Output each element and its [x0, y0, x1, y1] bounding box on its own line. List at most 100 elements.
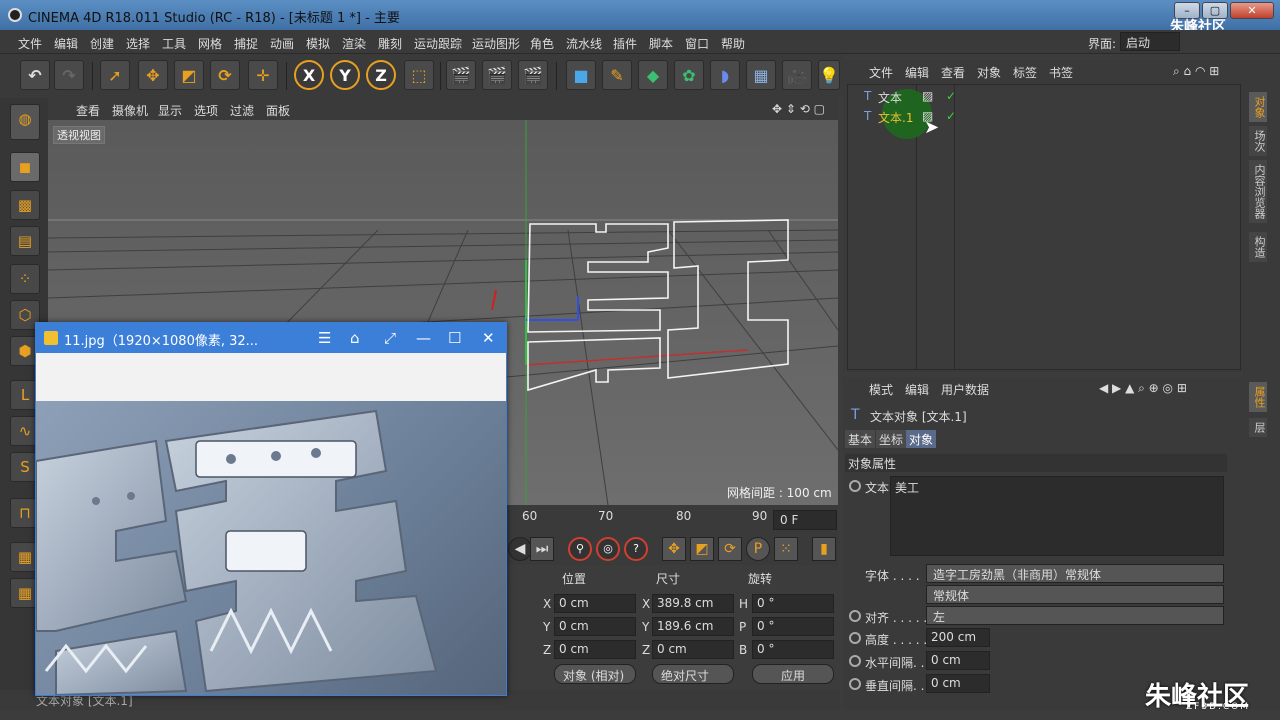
viewport-menu-panel[interactable]: 面板 [266, 102, 290, 119]
texture-mode-button[interactable]: ▩ [10, 190, 40, 220]
goto-end-button[interactable]: ⏭ [530, 537, 554, 561]
align-radio[interactable] [849, 610, 861, 622]
menu-edit[interactable]: 编辑 [54, 35, 78, 52]
size-z-field[interactable]: 0 cm [652, 640, 734, 659]
menu-script[interactable]: 脚本 [649, 35, 673, 52]
tab-content-browser-vertical[interactable]: 内容浏览器 [1249, 160, 1267, 223]
z-axis-lock-button[interactable]: Z [366, 60, 396, 90]
y-axis-lock-button[interactable]: Y [330, 60, 360, 90]
pos-z-field[interactable]: 0 cm [554, 640, 636, 659]
vspace-field[interactable]: 0 cm [926, 674, 990, 693]
menu-select[interactable]: 选择 [126, 35, 150, 52]
tab-coord[interactable]: 坐标 [876, 430, 907, 448]
live-select-button[interactable]: ➚ [100, 60, 130, 90]
menu-motion-tracking[interactable]: 运动跟踪 [414, 35, 462, 52]
menu-mesh[interactable]: 网格 [198, 35, 222, 52]
menu-help[interactable]: 帮助 [721, 35, 745, 52]
tab-basic[interactable]: 基本 [845, 430, 876, 448]
undo-button[interactable]: ↶ [20, 60, 50, 90]
close-button[interactable]: ✕ [1230, 2, 1274, 19]
tab-attributes-vertical[interactable]: 属性 [1249, 382, 1267, 412]
search-icon[interactable]: ⌕ ⌂ ◠ ⊞ [1173, 64, 1219, 79]
menu-snap[interactable]: 捕捉 [234, 35, 258, 52]
obj-menu-bookmarks[interactable]: 书签 [1049, 64, 1073, 81]
model-mode-button[interactable]: ◼ [10, 152, 40, 182]
timeline-window-button[interactable]: ▮ [812, 537, 836, 561]
rotate-tool-button[interactable]: ⟳ [210, 60, 240, 90]
obj-menu-view[interactable]: 查看 [941, 64, 965, 81]
key-pla-button[interactable]: ⁙ [774, 537, 798, 561]
make-editable-button[interactable]: ◍ [10, 104, 40, 140]
transform-tool-button[interactable]: ✛ [248, 60, 278, 90]
fullscreen-icon[interactable]: ⤢ [384, 329, 396, 347]
obj-menu-edit[interactable]: 编辑 [905, 64, 929, 81]
menu-window[interactable]: 窗口 [685, 35, 709, 52]
vspace-radio[interactable] [849, 678, 861, 690]
viewport-menu-filter[interactable]: 过滤 [230, 102, 254, 119]
close-icon[interactable]: ✕ [482, 329, 495, 347]
menu-simulate[interactable]: 模拟 [306, 35, 330, 52]
key-param-button[interactable]: P [746, 537, 770, 561]
render-view-button[interactable]: 🎬 [446, 60, 476, 90]
cloner-button[interactable]: ✿ [674, 60, 704, 90]
pos-x-field[interactable]: 0 cm [554, 594, 636, 613]
obj-menu-file[interactable]: 文件 [869, 64, 893, 81]
rot-p-field[interactable]: 0 ° [752, 617, 834, 636]
redo-button[interactable]: ↷ [54, 60, 84, 90]
tab-structure-vertical[interactable]: 构造 [1249, 232, 1267, 262]
viewport-menu-camera[interactable]: 摄像机 [112, 102, 148, 119]
attr-menu-userdata[interactable]: 用户数据 [941, 381, 989, 398]
tab-objects-vertical[interactable]: 对象 [1249, 92, 1267, 122]
menu-sculpt[interactable]: 雕刻 [378, 35, 402, 52]
floor-button[interactable]: ▦ [746, 60, 776, 90]
attr-menu-edit[interactable]: 编辑 [905, 381, 929, 398]
viewport-menu-view[interactable]: 查看 [76, 102, 100, 119]
list-item[interactable]: T 文本 ▨ ✓ [852, 89, 1232, 105]
align-dropdown[interactable]: 左 [926, 606, 1224, 625]
visibility-icon[interactable]: ▨ [922, 89, 933, 103]
scale-tool-button[interactable]: ◩ [174, 60, 204, 90]
menu-animate[interactable]: 动画 [270, 35, 294, 52]
maximize-icon[interactable]: ☐ [448, 329, 461, 347]
key-scale-button[interactable]: ◩ [690, 537, 714, 561]
coordinate-mode-dropdown[interactable]: 对象 (相对) [554, 664, 636, 684]
height-radio[interactable] [849, 632, 861, 644]
enabled-check-icon[interactable]: ✓ [946, 89, 956, 103]
font-style-dropdown[interactable]: 常规体 [926, 585, 1224, 604]
points-mode-button[interactable]: ⁘ [10, 264, 40, 294]
layout-dropdown[interactable]: 启动 [1120, 32, 1180, 51]
end-frame-field[interactable]: 0 F [773, 510, 837, 530]
nav-arrows-icon[interactable]: ◀ ▶ ▲ ⌕ ⊕ ◎ ⊞ [1099, 381, 1187, 396]
workplane-mode-button[interactable]: ▤ [10, 226, 40, 256]
skin-icon[interactable]: ⌂ [350, 329, 360, 347]
menu-render[interactable]: 渲染 [342, 35, 366, 52]
rot-b-field[interactable]: 0 ° [752, 640, 834, 659]
menu-mograph[interactable]: 运动图形 [472, 35, 520, 52]
viewport-navigation-icon[interactable]: ✥ ⇕ ⟲ ▢ [772, 102, 825, 116]
enabled-check-icon[interactable]: ✓ [946, 109, 956, 123]
camera-button[interactable]: 🎥 [782, 60, 812, 90]
tab-layers-vertical[interactable]: 层 [1249, 418, 1267, 437]
add-cube-button[interactable]: ■ [566, 60, 596, 90]
font-family-dropdown[interactable]: 造字工房劲黑（非商用）常规体 [926, 564, 1224, 583]
viewport-menu-display[interactable]: 显示 [158, 102, 182, 119]
render-settings-button[interactable]: 🎬 [518, 60, 548, 90]
render-picture-viewer-button[interactable]: 🎬 [482, 60, 512, 90]
minimize-icon[interactable]: — [416, 329, 431, 347]
rot-h-field[interactable]: 0 ° [752, 594, 834, 613]
coordinate-system-button[interactable]: ⬚ [404, 60, 434, 90]
auto-key-button[interactable]: ◎ [596, 537, 620, 561]
move-tool-button[interactable]: ✥ [138, 60, 168, 90]
hamburger-menu-icon[interactable]: ☰ [318, 329, 331, 347]
record-keyframe-button[interactable]: ⚲ [568, 537, 592, 561]
text-anim-radio[interactable] [849, 480, 861, 492]
deformer-button[interactable]: ◗ [710, 60, 740, 90]
menu-tools[interactable]: 工具 [162, 35, 186, 52]
menu-create[interactable]: 创建 [90, 35, 114, 52]
image-viewer-window[interactable]: 11.jpg（1920×1080像素, 32... ☰ ⌂ ⤢ — ☐ ✕ [35, 322, 507, 696]
apply-button[interactable]: 应用 [752, 664, 834, 684]
menu-file[interactable]: 文件 [18, 35, 42, 52]
key-rotation-button[interactable]: ⟳ [718, 537, 742, 561]
size-mode-dropdown[interactable]: 绝对尺寸 [652, 664, 734, 684]
height-field[interactable]: 200 cm [926, 628, 990, 647]
